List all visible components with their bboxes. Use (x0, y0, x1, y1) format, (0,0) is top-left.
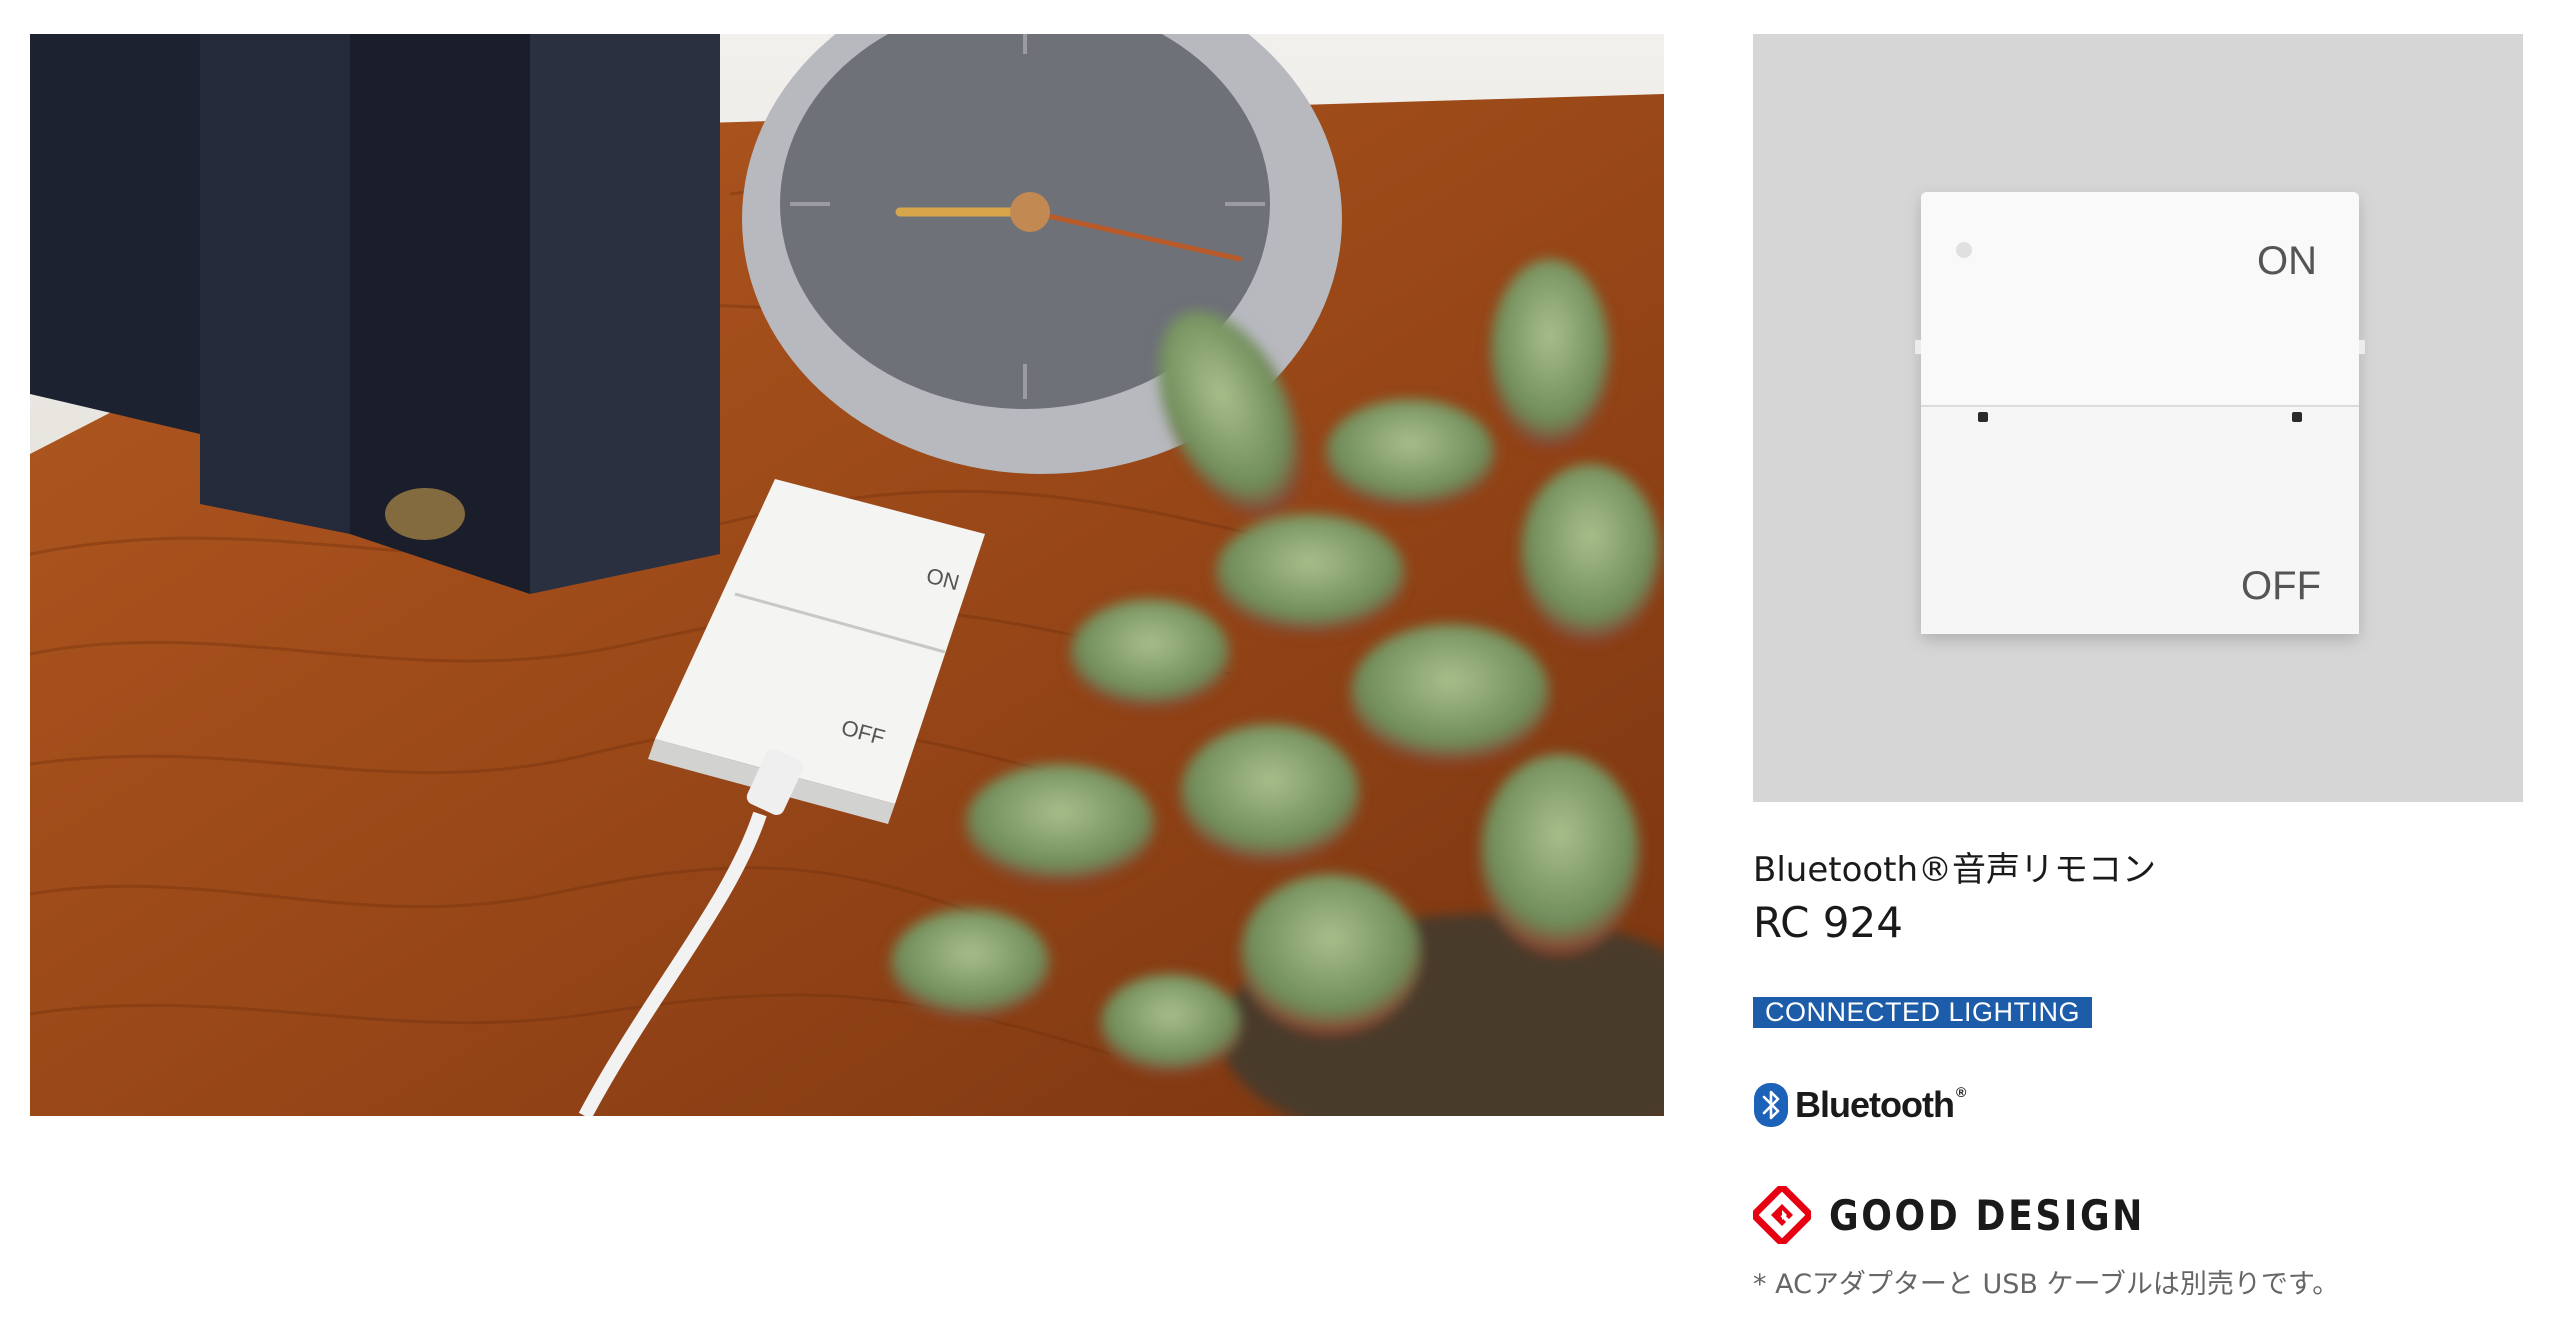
bluetooth-logo: Bluetooth ® (1753, 1080, 1966, 1130)
hero-photo-illustration: ON OFF (30, 34, 1664, 1116)
good-design-g-mark-icon (1753, 1186, 1811, 1244)
hero-photo: ON OFF (30, 34, 1664, 1116)
bluetooth-logo-text: Bluetooth ® (1795, 1084, 1966, 1125)
product-on-label: ON (2257, 239, 2317, 283)
bluetooth-icon (1754, 1083, 1788, 1127)
bluetooth-wordmark: Bluetooth (1795, 1084, 1955, 1125)
product-off-label: OFF (2241, 564, 2321, 608)
product-photo-illustration: ON OFF (1753, 34, 2523, 802)
product-subtitle: Bluetooth®音声リモコン (1753, 850, 2157, 890)
good-design-text: GOOD DESIGN (1829, 1190, 2145, 1240)
good-design-logo: GOOD DESIGN (1753, 1186, 2196, 1244)
connected-lighting-badge: CONNECTED LIGHTING (1753, 997, 2093, 1028)
product-model: RC 924 (1753, 898, 1903, 947)
product-photo: ON OFF (1753, 34, 2523, 802)
footnote: * ACアダプターと USB ケーブルは別売りです。 (1753, 1269, 2340, 1300)
